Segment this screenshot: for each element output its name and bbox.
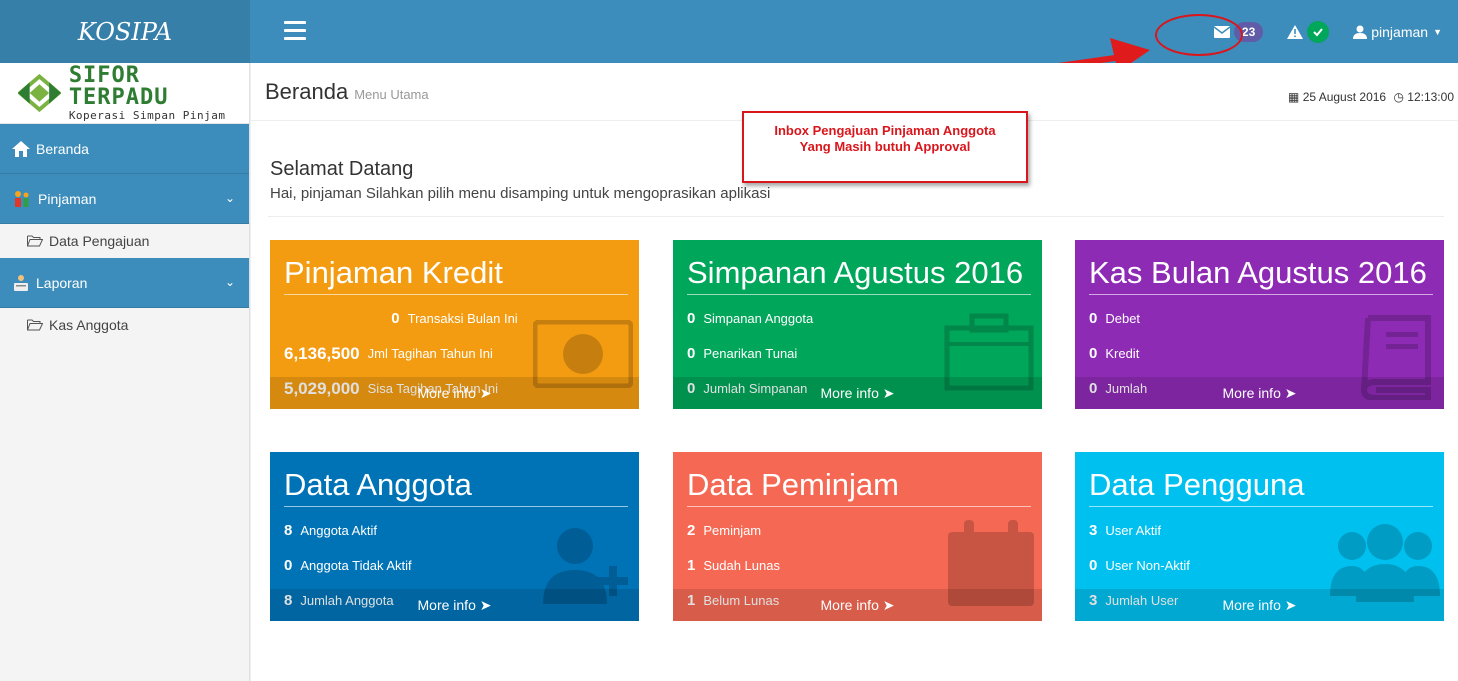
box-row-label: Anggota Aktif (300, 523, 377, 538)
box-title: Pinjaman Kredit (284, 254, 628, 295)
more-info-link[interactable]: More info ➤ (270, 377, 639, 409)
box-row-label: User Non-Aktif (1105, 558, 1190, 573)
more-info-link[interactable]: More info ➤ (673, 377, 1042, 409)
box-row-label: Transaksi Bulan Ini (407, 311, 518, 326)
welcome-text: Hai, pinjaman Silahkan pilih menu disamp… (270, 185, 771, 202)
annotation-line-1: Inbox Pengajuan Pinjaman Anggota (774, 123, 996, 138)
arrow-circle-right-icon: ➤ (882, 596, 895, 613)
sidebar-item-label: Data Pengajuan (49, 233, 150, 249)
box-row-label: Simpanan Anggota (703, 311, 814, 326)
box-title: Data Anggota (284, 466, 628, 507)
header-date: 25 August 2016 (1302, 90, 1387, 104)
sidebar-item-pinjaman[interactable]: Pinjaman ⌄ (0, 174, 249, 224)
data-anggota-box: Data Anggota 8 Anggota Aktif 0 Anggota Tid… (270, 452, 639, 621)
brand-logo: SIFOR TERPADU Koperasi Simpan Pinjam (0, 63, 249, 124)
sidebar-item-data-pengajuan[interactable]: Data Pengajuan (0, 224, 249, 258)
data-peminjam-box: Data Peminjam 2 Peminjam 1 Sudah Lunas 1 Be… (673, 452, 1042, 621)
box-row-value: 0 (391, 310, 400, 327)
more-info-link[interactable]: More info ➤ (270, 589, 639, 621)
box-row-label: Anggota Tidak Aktif (300, 558, 412, 573)
divider (268, 216, 1444, 217)
header-datetime: ▦ 25 August 2016 ◷ 12:13:00 (1288, 90, 1454, 104)
box-title: Kas Bulan Agustus 2016 (1089, 254, 1433, 295)
clock-icon: ◷ (1393, 90, 1404, 104)
folder-open-icon (27, 319, 43, 331)
header-time: 12:13:00 (1407, 90, 1454, 104)
calendar-icon: ▦ (1288, 90, 1300, 104)
more-info-link[interactable]: More info ➤ (1075, 589, 1444, 621)
more-info-label: More info (820, 597, 879, 613)
page-title: Beranda (265, 78, 349, 104)
sidebar-item-beranda[interactable]: Beranda (0, 124, 249, 174)
arrow-circle-right-icon: ➤ (479, 384, 492, 401)
box-row-value: 0 (1089, 345, 1098, 362)
report-icon (14, 274, 28, 291)
sidebar-item-label: Pinjaman (38, 190, 97, 207)
sidebar-item-label: Laporan (36, 274, 88, 291)
sidebar-item-kas-anggota[interactable]: Kas Anggota (0, 308, 249, 342)
folder-open-icon (27, 235, 43, 247)
sidebar-item-label: Beranda (36, 140, 89, 157)
sidebar-item-label: Kas Anggota (49, 317, 129, 333)
box-row-value: 8 (284, 522, 293, 539)
people-icon (15, 190, 29, 207)
box-row-value: 0 (284, 557, 293, 574)
box-row-label: User Aktif (1105, 523, 1161, 538)
box-title: Simpanan Agustus 2016 (687, 254, 1031, 295)
arrow-circle-right-icon: ➤ (882, 384, 895, 401)
box-row-label: Debet (1105, 311, 1141, 326)
box-title: Data Pengguna (1089, 466, 1433, 507)
chevron-down-icon: ⌄ (224, 191, 235, 205)
arrow-circle-right-icon: ➤ (479, 596, 492, 613)
box-row-value: 0 (1089, 557, 1098, 574)
more-info-label: More info (820, 385, 879, 401)
annotation-callout: Inbox Pengajuan Pinjaman Anggota Yang Ma… (742, 111, 1028, 183)
box-title: Data Peminjam (687, 466, 1031, 507)
brand-subtitle: Koperasi Simpan Pinjam (68, 108, 226, 122)
more-info-label: More info (417, 597, 476, 613)
data-pengguna-box: Data Pengguna 3 User Aktif 0 User Non-Akti… (1075, 452, 1444, 621)
box-row-label: Sudah Lunas (703, 558, 780, 573)
chevron-down-icon: ⌄ (224, 275, 235, 289)
box-row-label: Kredit (1105, 346, 1140, 361)
welcome-section: Selamat Datang Hai, pinjaman Silahkan pi… (270, 158, 770, 202)
kas-box: Kas Bulan Agustus 2016 0 Debet 0 Kredit 0J… (1075, 240, 1444, 409)
box-row-value: 2 (687, 522, 696, 539)
box-row-value: 3 (1089, 522, 1098, 539)
more-info-label: More info (1222, 385, 1281, 401)
box-row-value: 0 (687, 310, 696, 327)
arrow-circle-right-icon: ➤ (1284, 596, 1297, 613)
box-row-label: Penarikan Tunai (703, 346, 798, 361)
box-row-label: Peminjam (703, 523, 762, 538)
annotation-line-2: Yang Masih butuh Approval (799, 139, 971, 154)
simpanan-box: Simpanan Agustus 2016 0 Simpanan Anggota … (673, 240, 1042, 409)
box-row-label: Jml Tagihan Tahun Ini (367, 346, 493, 361)
home-icon (12, 140, 30, 157)
box-row-value: 0 (1089, 310, 1098, 327)
page-subtitle: Menu Utama (354, 87, 429, 102)
box-row-value: 0 (687, 345, 696, 362)
pinjaman-kredit-box: Pinjaman Kredit 0 Transaksi Bulan Ini 6,1… (270, 240, 639, 409)
brand-title: SIFOR TERPADU (68, 62, 169, 110)
more-info-link[interactable]: More info ➤ (1075, 377, 1444, 409)
more-info-label: More info (1222, 597, 1281, 613)
more-info-link[interactable]: More info ➤ (673, 589, 1042, 621)
brand-emblem-icon (18, 74, 61, 112)
box-row-value: 6,136,500 (284, 343, 360, 363)
arrow-circle-right-icon: ➤ (1284, 384, 1297, 401)
sidebar-item-laporan[interactable]: Laporan ⌄ (0, 258, 249, 308)
box-row-value: 1 (687, 557, 696, 574)
sidebar: SIFOR TERPADU Koperasi Simpan Pinjam Ber… (0, 63, 250, 681)
more-info-label: More info (417, 385, 476, 401)
welcome-title: Selamat Datang (270, 158, 414, 180)
